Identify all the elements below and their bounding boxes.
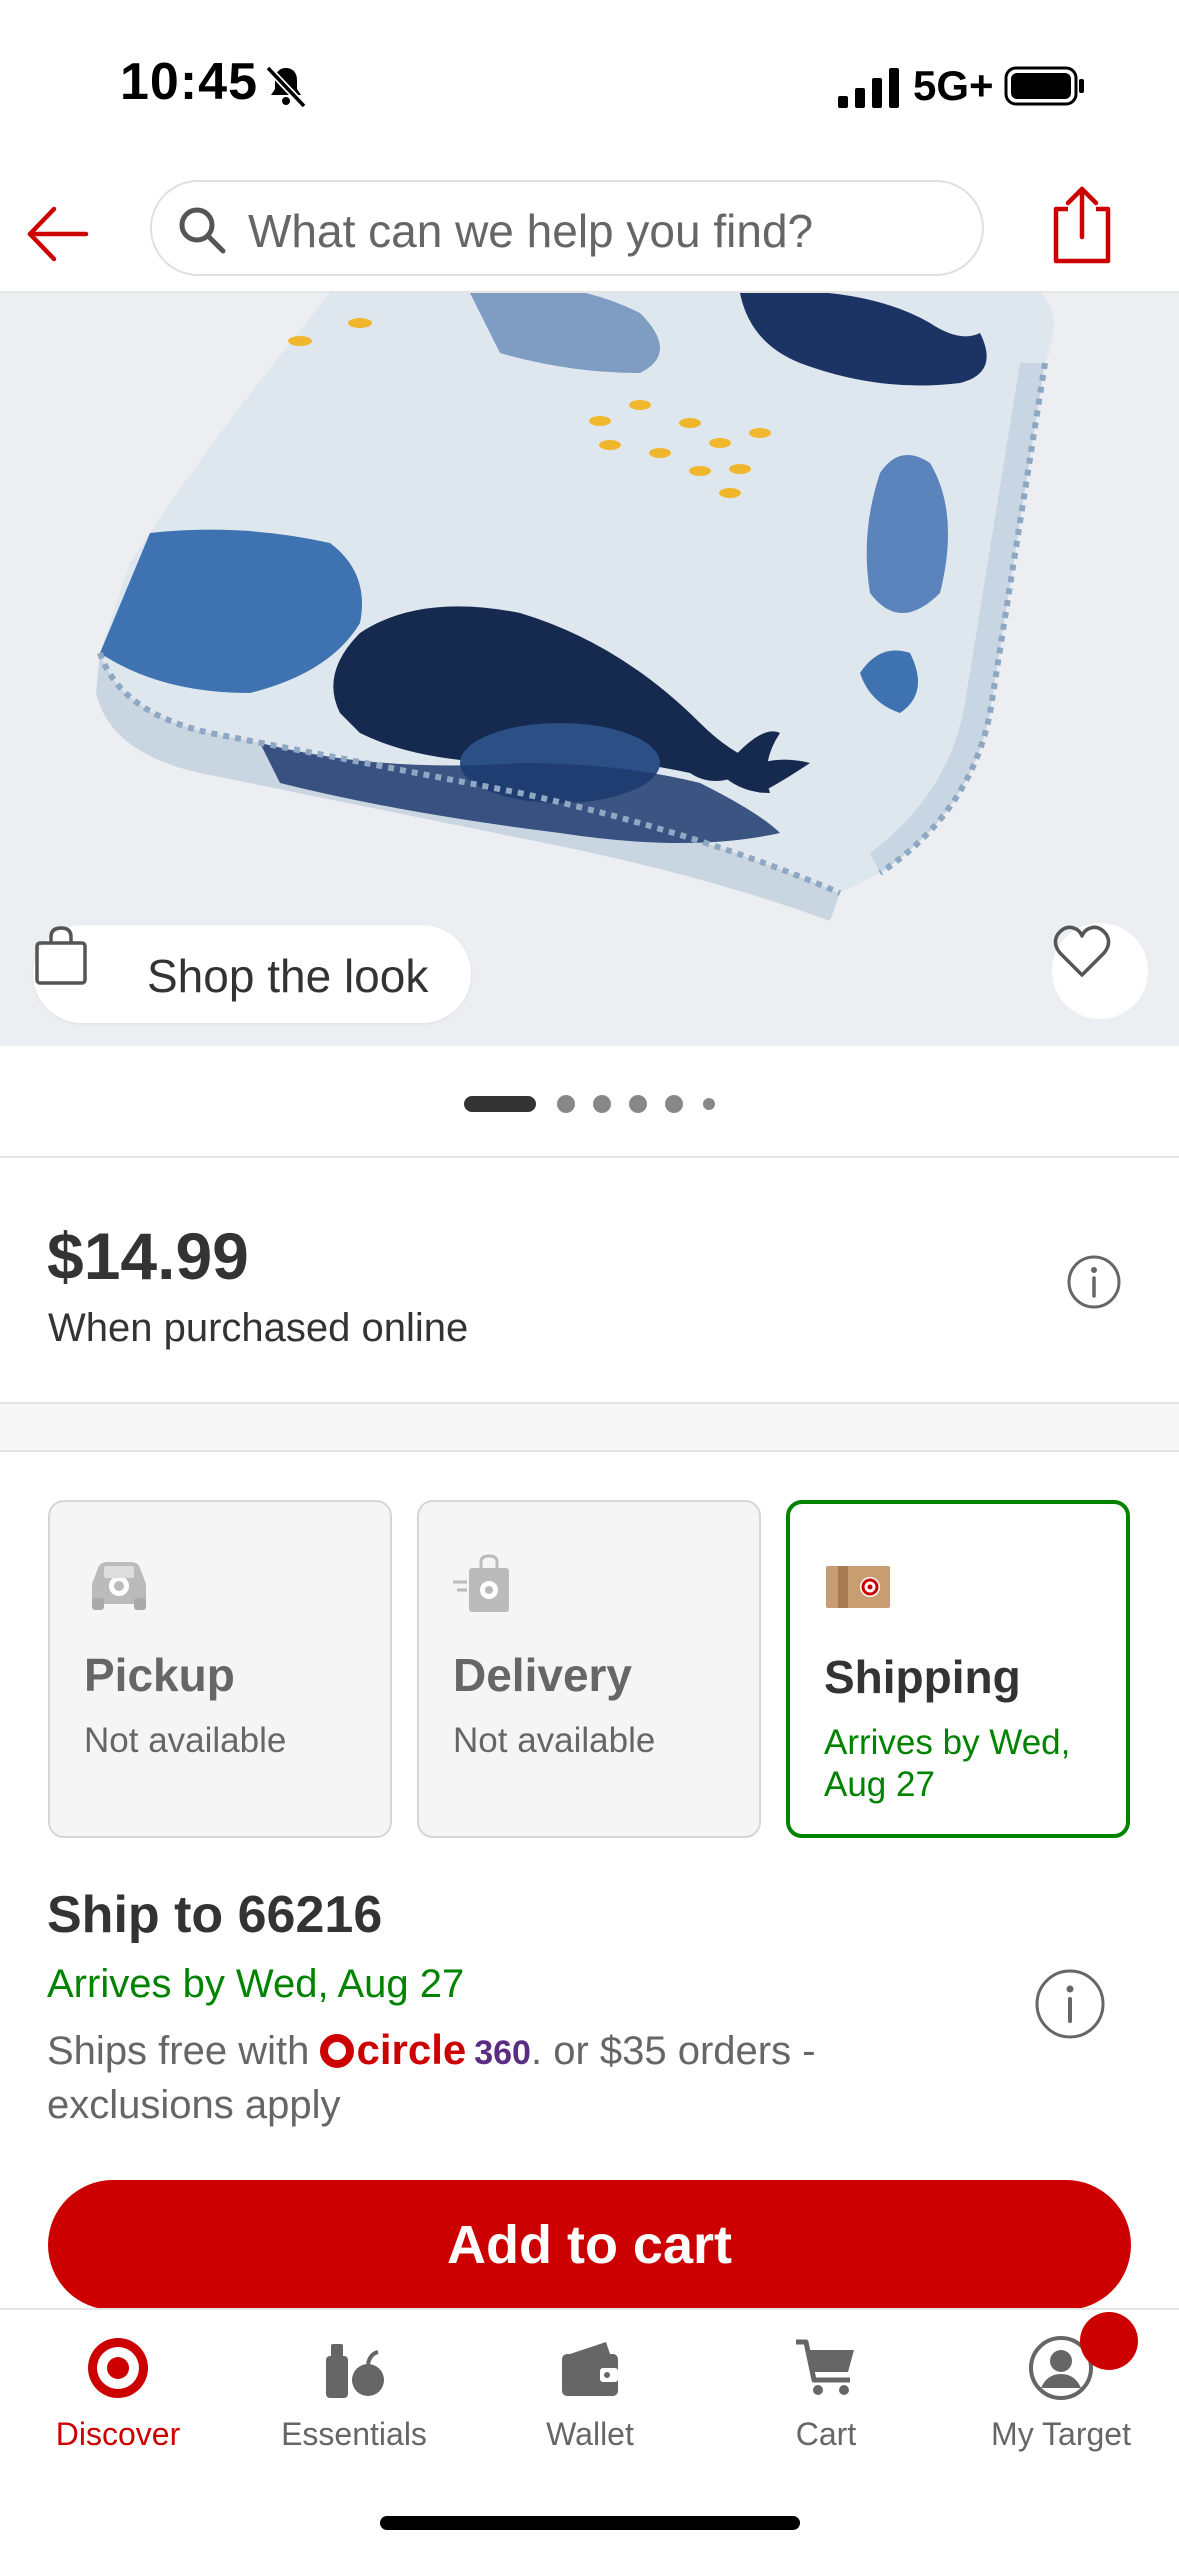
cart-icon — [796, 2339, 854, 2395]
shop-the-look-label: Shop the look — [147, 950, 429, 1002]
info-icon[interactable] — [1066, 1254, 1122, 1310]
pickup-status: Not available — [84, 1721, 287, 1760]
tab-label-cart: Cart — [795, 2416, 857, 2452]
carousel-dot[interactable] — [665, 1095, 683, 1113]
heart-icon — [1053, 925, 1111, 977]
circle-word: circle — [356, 2026, 467, 2073]
ship-note-prefix: Ships free with — [47, 2029, 310, 2073]
shipping-info-icon[interactable] — [1034, 1968, 1106, 2040]
search-input[interactable]: What can we help you find? — [150, 180, 984, 276]
circle-number: 360 — [474, 2034, 531, 2072]
circle-360-logo: circle 360 — [320, 2024, 531, 2079]
pickup-car-icon — [92, 1562, 146, 1610]
favorite-button[interactable] — [1052, 923, 1148, 1019]
carousel-dot[interactable] — [629, 1095, 647, 1113]
carousel-dot[interactable] — [703, 1098, 715, 1110]
ship-to-title[interactable]: Ship to 66216 — [47, 1885, 382, 1945]
tab-my-target[interactable]: My Target — [943, 2310, 1179, 2470]
circle-logo-icon — [320, 2034, 355, 2068]
battery-icon — [1004, 66, 1084, 106]
carousel-dot[interactable] — [557, 1095, 575, 1113]
target-bullseye-icon — [88, 2338, 148, 2398]
tab-essentials[interactable]: Essentials — [236, 2310, 472, 2470]
section-divider — [0, 1402, 1179, 1452]
signal-icon — [838, 68, 899, 108]
tab-cart[interactable]: Cart — [708, 2310, 944, 2470]
pickup-title: Pickup — [84, 1649, 235, 1701]
bell-muted-icon — [265, 65, 307, 109]
essentials-icon — [326, 2344, 384, 2398]
tab-discover[interactable]: Discover — [0, 2310, 236, 2470]
share-icon[interactable] — [1046, 183, 1118, 269]
tab-label-wallet: Wallet — [546, 2416, 634, 2452]
status-bar: 10:45 5G+ — [0, 0, 1179, 175]
shipping-status: Arrives by Wed, Aug 27 — [824, 1723, 1071, 1804]
shopping-bag-icon — [35, 926, 87, 985]
back-arrow-icon[interactable] — [22, 199, 92, 269]
top-header: What can we help you find? — [0, 175, 1179, 293]
status-time: 10:45 — [120, 53, 258, 111]
price-section: $14.99 When purchased online — [0, 1158, 1179, 1402]
tab-wallet[interactable]: Wallet — [472, 2310, 708, 2470]
tab-label-discover: Discover — [55, 2416, 181, 2452]
delivery-status: Not available — [453, 1721, 656, 1760]
shop-the-look-button[interactable]: Shop the look — [33, 925, 471, 1023]
image-carousel-dots[interactable] — [0, 1046, 1179, 1158]
add-to-cart-button[interactable]: Add to cart — [48, 2180, 1131, 2310]
notification-badge — [1080, 2312, 1138, 2370]
shipping-title: Shipping — [824, 1651, 1021, 1703]
carousel-dot-active[interactable] — [464, 1096, 536, 1112]
shipping-option-card[interactable]: Shipping Arrives by Wed, Aug 27 — [786, 1500, 1130, 1838]
pickup-option-card[interactable]: Pickup Not available — [48, 1500, 392, 1838]
delivery-option-card[interactable]: Delivery Not available — [417, 1500, 761, 1838]
ship-free-note: Ships free with circle 360. or $35 orders… — [47, 2024, 947, 2131]
home-indicator[interactable] — [380, 2516, 800, 2530]
carousel-dot[interactable] — [593, 1095, 611, 1113]
search-placeholder: What can we help you find? — [248, 205, 814, 257]
wallet-icon — [562, 2342, 618, 2396]
tab-label-my-target: My Target — [991, 2416, 1131, 2452]
price-note: When purchased online — [48, 1306, 469, 1350]
ship-arrives-text: Arrives by Wed, Aug 27 — [47, 1962, 465, 2006]
product-price: $14.99 — [47, 1219, 249, 1293]
search-icon — [179, 207, 226, 254]
delivery-title: Delivery — [453, 1649, 633, 1701]
tab-label-essentials: Essentials — [281, 2416, 427, 2452]
product-image[interactable]: Shop the look — [0, 293, 1179, 1046]
network-label: 5G+ — [913, 62, 994, 109]
shipping-box-icon — [826, 1566, 890, 1608]
delivery-bag-icon — [453, 1554, 509, 1612]
